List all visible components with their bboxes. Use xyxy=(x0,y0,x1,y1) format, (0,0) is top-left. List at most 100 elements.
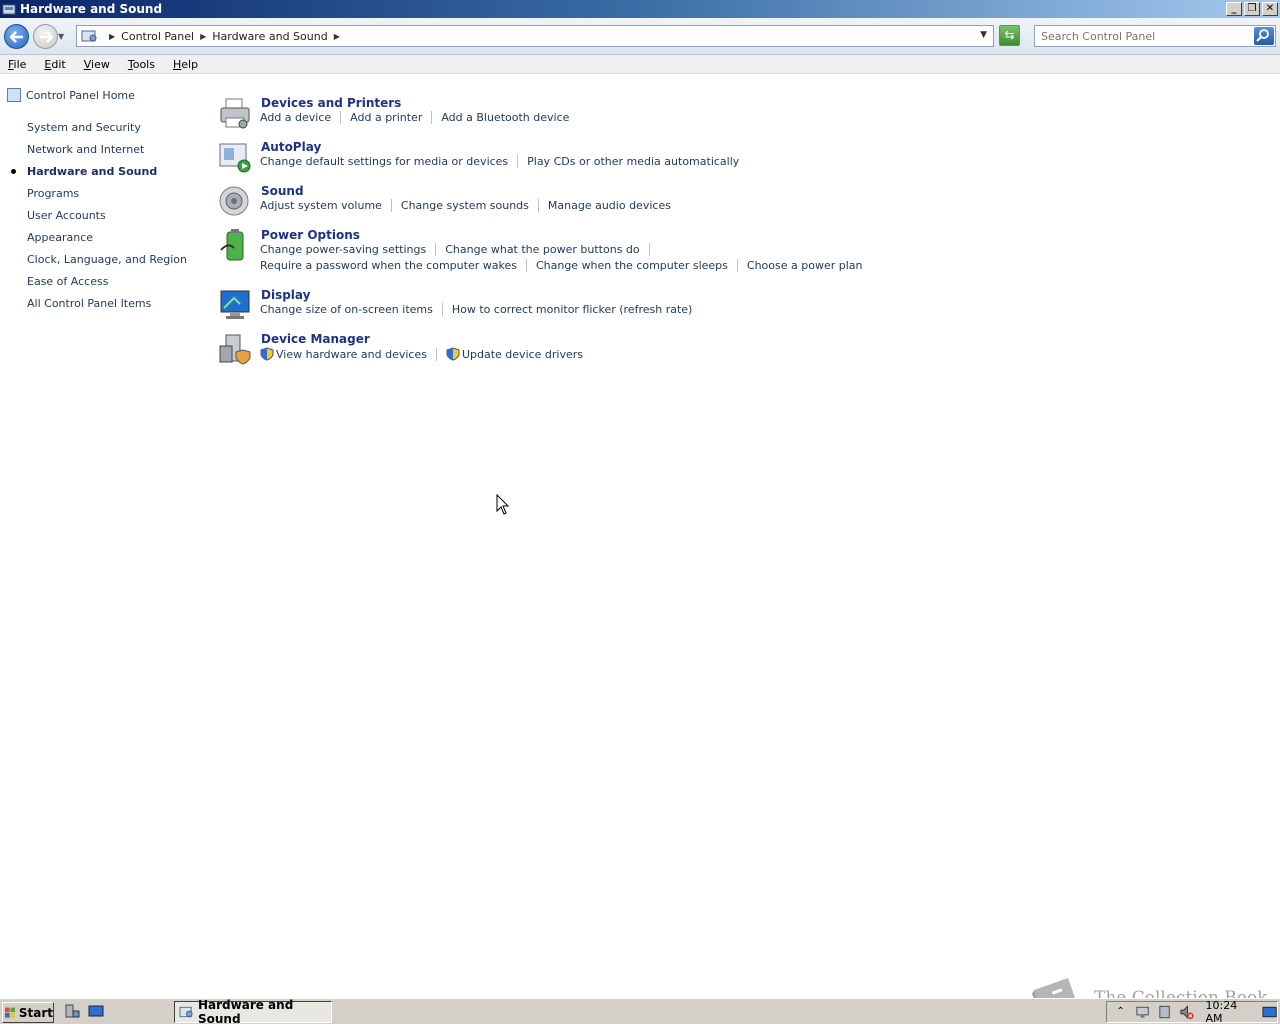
control-panel-icon xyxy=(81,30,97,42)
link-add-bluetooth-device[interactable]: Add a Bluetooth device xyxy=(441,111,569,124)
show-desktop-icon[interactable] xyxy=(88,1003,104,1019)
refresh-icon: ⇆ xyxy=(1004,28,1015,42)
control-panel-icon xyxy=(179,1006,193,1018)
menu-accel: F xyxy=(8,57,14,71)
window-title: Hardware and Sound xyxy=(20,2,163,16)
title-bar: Hardware and Sound _ ❐ ✕ xyxy=(0,0,1280,18)
device-manager-icon xyxy=(219,334,251,365)
printer-icon xyxy=(220,98,250,129)
link-require-password-on-wake[interactable]: Require a password when the computer wak… xyxy=(260,259,517,272)
category-title[interactable]: Display xyxy=(261,288,310,302)
link-add-a-printer[interactable]: Add a printer xyxy=(350,111,422,124)
control-panel-home-label: Control Panel Home xyxy=(26,88,135,102)
link-adjust-system-volume[interactable]: Adjust system volume xyxy=(260,199,382,212)
category-title[interactable]: Sound xyxy=(261,184,304,198)
category-title[interactable]: AutoPlay xyxy=(261,140,321,154)
link-add-a-device[interactable]: Add a device xyxy=(260,111,331,124)
link-separator xyxy=(431,111,433,124)
breadcrumb-label: Control Panel xyxy=(121,29,195,43)
breadcrumb-control-panel[interactable]: Control Panel ▶ xyxy=(121,30,212,43)
back-arrow-icon xyxy=(9,30,23,43)
menu-file[interactable]: File xyxy=(0,58,32,71)
link-change-power-saving-settings[interactable]: Change power-saving settings xyxy=(260,243,426,256)
minimize-button[interactable]: _ xyxy=(1226,2,1242,16)
sidebar-item-clock-language-region[interactable]: Clock, Language, and Region xyxy=(27,253,187,266)
chevron-right-icon[interactable]: ▶ xyxy=(200,32,206,41)
address-bar[interactable]: ▶ Control Panel ▶ Hardware and Sound ▶ ▼ xyxy=(76,25,994,47)
control-panel-home-icon xyxy=(7,88,21,102)
recent-pages-dropdown-icon[interactable]: ▼ xyxy=(58,32,64,41)
link-separator xyxy=(435,243,437,256)
server-icon[interactable] xyxy=(1157,1004,1172,1020)
breadcrumb-separator-icon[interactable]: ▶ xyxy=(103,32,121,41)
taskbar-item-hardware-and-sound[interactable]: Hardware and Sound xyxy=(174,998,332,1024)
link-separator xyxy=(537,199,539,212)
category-title[interactable]: Devices and Printers xyxy=(261,96,401,110)
search-icon xyxy=(1256,29,1269,42)
menu-accel: V xyxy=(83,57,92,71)
control-panel-icon xyxy=(2,4,16,15)
sidebar-item-system-and-security[interactable]: System and Security xyxy=(27,121,141,134)
menu-bar: File Edit View Tools Help xyxy=(0,55,1280,74)
link-view-hardware-and-devices[interactable]: View hardware and devices xyxy=(276,348,427,361)
category-title[interactable]: Device Manager xyxy=(261,332,370,346)
autoplay-icon xyxy=(219,143,251,173)
show-hidden-icons-icon[interactable]: ⌃ xyxy=(1113,1004,1128,1020)
search-button[interactable] xyxy=(1254,27,1274,45)
sidebar-item-network-and-internet[interactable]: Network and Internet xyxy=(27,143,144,156)
control-panel-home-link[interactable]: Control Panel Home xyxy=(7,88,135,102)
menu-accel: T xyxy=(127,57,133,71)
sidebar-item-hardware-and-sound[interactable]: Hardware and Sound xyxy=(27,165,157,178)
sidebar-item-ease-of-access[interactable]: Ease of Access xyxy=(27,275,108,288)
uac-shield-icon xyxy=(260,347,274,361)
taskbar-item-label: Hardware and Sound xyxy=(197,998,294,1024)
sidebar-item-all-control-panel-items[interactable]: All Control Panel Items xyxy=(27,297,151,310)
menu-help[interactable]: Help xyxy=(165,58,204,71)
windows-logo-icon xyxy=(5,1007,16,1018)
link-separator xyxy=(435,347,437,361)
chevron-right-icon[interactable]: ▶ xyxy=(334,32,340,41)
link-change-when-computer-sleeps[interactable]: Change when the computer sleeps xyxy=(536,259,728,272)
link-separator xyxy=(340,111,342,124)
network-icon[interactable] xyxy=(1135,1004,1150,1020)
link-play-cds-automatically[interactable]: Play CDs or other media automatically xyxy=(527,155,739,168)
quick-launch xyxy=(64,1003,104,1019)
address-dropdown-icon[interactable]: ▼ xyxy=(980,30,987,40)
server-manager-icon[interactable] xyxy=(64,1003,80,1019)
uac-shield-icon xyxy=(446,347,460,361)
speaker-icon xyxy=(219,186,249,216)
link-choose-a-power-plan[interactable]: Choose a power plan xyxy=(747,259,863,272)
show-desktop-icon[interactable] xyxy=(1262,1004,1277,1020)
forward-arrow-icon xyxy=(39,30,53,43)
battery-icon xyxy=(220,229,244,261)
menu-view[interactable]: View xyxy=(76,58,116,71)
link-separator xyxy=(390,199,392,212)
search-input[interactable] xyxy=(1035,26,1249,46)
link-change-system-sounds[interactable]: Change system sounds xyxy=(401,199,529,212)
category-title[interactable]: Power Options xyxy=(261,228,360,242)
refresh-button[interactable]: ⇆ xyxy=(999,25,1020,46)
close-button[interactable]: ✕ xyxy=(1262,2,1278,16)
link-separator xyxy=(736,259,738,272)
link-separator xyxy=(525,259,527,272)
sidebar-item-user-accounts[interactable]: User Accounts xyxy=(27,209,106,222)
mouse-cursor-icon xyxy=(496,494,510,515)
menu-accel: E xyxy=(44,57,52,71)
sidebar-item-appearance[interactable]: Appearance xyxy=(27,231,93,244)
link-update-device-drivers[interactable]: Update device drivers xyxy=(462,348,583,361)
forward-button[interactable] xyxy=(33,24,58,49)
link-correct-monitor-flicker[interactable]: How to correct monitor flicker (refresh … xyxy=(452,303,692,316)
link-change-size-of-items[interactable]: Change size of on-screen items xyxy=(260,303,433,316)
link-change-default-settings[interactable]: Change default settings for media or dev… xyxy=(260,155,508,168)
start-button[interactable]: Start xyxy=(2,1002,54,1023)
menu-tools[interactable]: Tools xyxy=(120,58,161,71)
restore-button[interactable]: ❐ xyxy=(1244,2,1260,16)
menu-edit[interactable]: Edit xyxy=(36,58,71,71)
breadcrumb-hardware-and-sound[interactable]: Hardware and Sound ▶ xyxy=(212,30,346,43)
sidebar-item-programs[interactable]: Programs xyxy=(27,187,79,200)
volume-muted-icon[interactable] xyxy=(1179,1004,1195,1020)
link-manage-audio-devices[interactable]: Manage audio devices xyxy=(548,199,671,212)
back-button[interactable] xyxy=(4,24,29,49)
link-change-power-buttons[interactable]: Change what the power buttons do xyxy=(445,243,639,256)
clock[interactable]: 10:24 AM xyxy=(1206,999,1255,1024)
